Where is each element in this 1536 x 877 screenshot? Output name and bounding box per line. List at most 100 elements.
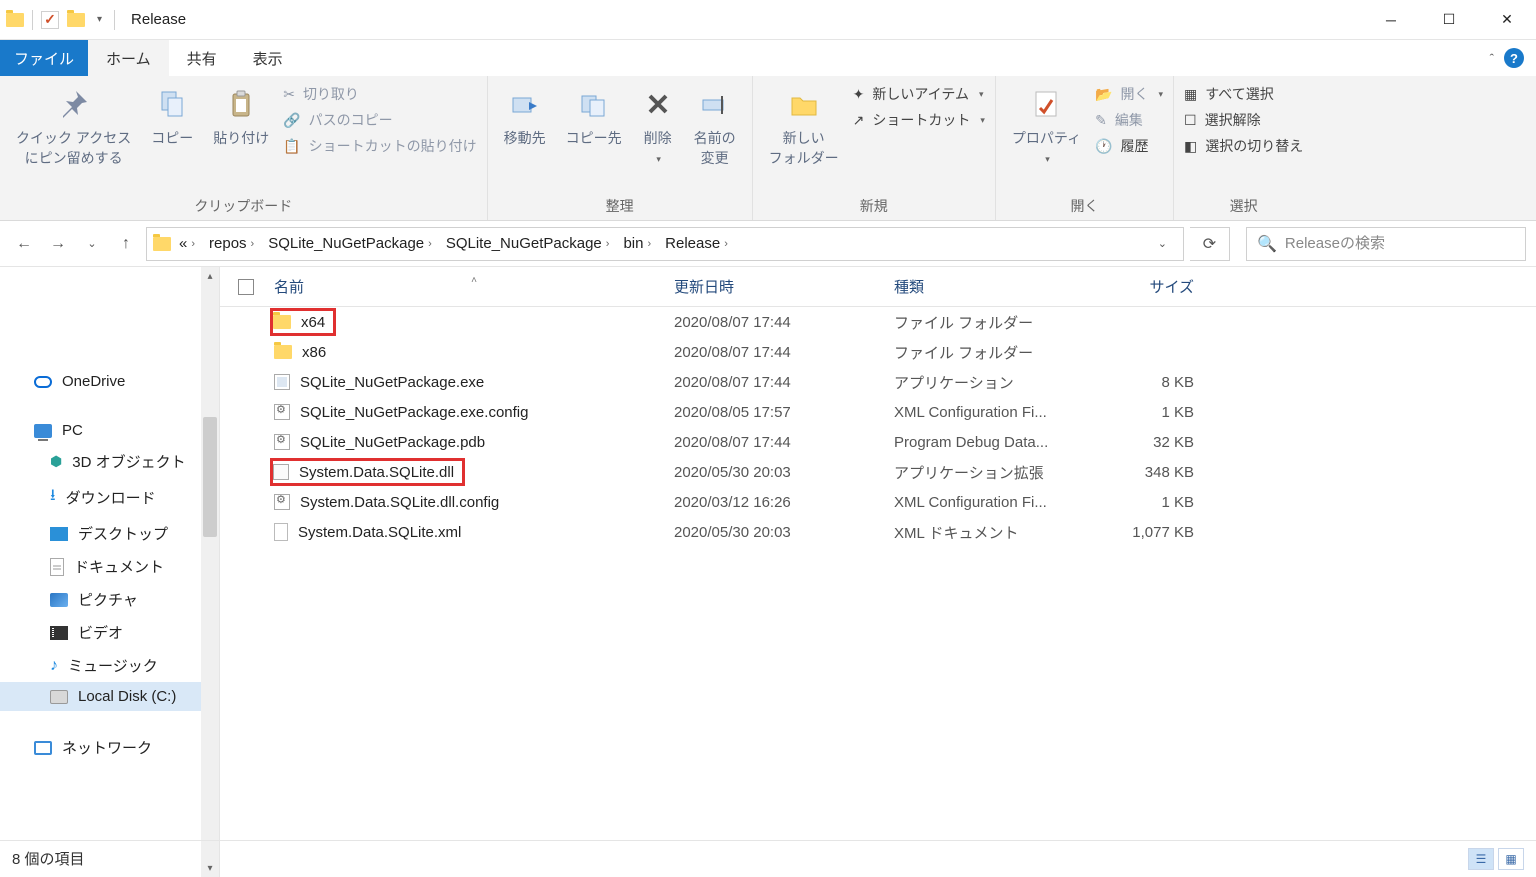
file-row[interactable]: x862020/08/07 17:44ファイル フォルダー xyxy=(220,337,1536,367)
ribbon-group-organize: 移動先 コピー先 削除 ▾ 名前の 変更 整理 xyxy=(488,76,753,220)
edit-button[interactable]: ✎ 編集 xyxy=(1095,110,1163,130)
qat-customize-chevron-icon[interactable]: ▾ xyxy=(93,14,106,25)
recent-locations-chevron-icon[interactable]: ⌄ xyxy=(78,230,106,258)
dll-file-icon xyxy=(273,464,289,480)
tab-view[interactable]: 表示 xyxy=(235,40,301,76)
rename-button[interactable]: 名前の 変更 xyxy=(688,82,742,172)
help-icon[interactable]: ? xyxy=(1504,48,1524,68)
view-large-icons-button[interactable]: ▦ xyxy=(1498,848,1524,870)
file-row[interactable]: SQLite_NuGetPackage.pdb2020/08/07 17:44P… xyxy=(220,427,1536,457)
breadcrumb-prefix[interactable]: « › xyxy=(173,235,201,252)
back-button[interactable]: ← xyxy=(10,230,38,258)
up-button[interactable]: ↑ xyxy=(112,230,140,258)
file-date: 2020/03/12 16:26 xyxy=(674,494,894,511)
move-to-button[interactable]: 移動先 xyxy=(498,82,552,152)
close-button[interactable]: ✕ xyxy=(1478,0,1536,40)
address-dropdown-chevron-icon[interactable]: ⌄ xyxy=(1148,237,1177,250)
breadcrumb-seg[interactable]: bin› xyxy=(617,235,657,252)
config-file-icon xyxy=(274,434,290,450)
file-date: 2020/05/30 20:03 xyxy=(674,524,894,541)
navigation-pane[interactable]: OneDrive PC ⬢3D オブジェクト ⭳ダウンロード デスクトップ ドキ… xyxy=(0,267,220,877)
search-box[interactable]: 🔍 xyxy=(1246,227,1526,261)
file-name: SQLite_NuGetPackage.pdb xyxy=(300,434,485,451)
nav-3d-objects[interactable]: ⬢3D オブジェクト xyxy=(0,445,219,478)
paste-shortcut-button[interactable]: 📋 ショートカットの貼り付け xyxy=(283,136,476,156)
file-row[interactable]: SQLite_NuGetPackage.exe.config2020/08/05… xyxy=(220,397,1536,427)
header-checkbox[interactable] xyxy=(238,279,274,295)
tab-file[interactable]: ファイル xyxy=(0,40,88,76)
properties-button[interactable]: プロパティ ▾ xyxy=(1006,82,1087,169)
copy-button[interactable]: コピー xyxy=(145,82,199,152)
history-button[interactable]: 🕐 履歴 xyxy=(1095,136,1163,156)
file-row[interactable]: SQLite_NuGetPackage.exe2020/08/07 17:44ア… xyxy=(220,367,1536,397)
copy-icon xyxy=(156,86,188,122)
nav-network[interactable]: ネットワーク xyxy=(0,731,219,764)
navpane-scrollbar[interactable]: ▴ ▾ xyxy=(201,267,219,877)
view-details-button[interactable]: ☰ xyxy=(1468,848,1494,870)
sort-indicator-icon: ˄ xyxy=(471,275,477,286)
paste-button[interactable]: 貼り付け xyxy=(207,82,275,152)
maximize-button[interactable]: ☐ xyxy=(1420,0,1478,40)
column-date[interactable]: 更新日時 xyxy=(674,276,894,297)
file-name: System.Data.SQLite.xml xyxy=(298,524,461,541)
file-row[interactable]: System.Data.SQLite.dll.config2020/03/12 … xyxy=(220,487,1536,517)
column-type[interactable]: 種類 xyxy=(894,276,1084,297)
select-none-button[interactable]: ☐ 選択解除 xyxy=(1184,110,1303,130)
breadcrumb-seg[interactable]: repos› xyxy=(203,235,260,252)
tab-share[interactable]: 共有 xyxy=(169,40,235,76)
new-shortcut-button[interactable]: ↗ ショートカット ▾ xyxy=(853,110,985,130)
ribbon-collapse-chevron-icon[interactable]: ˆ xyxy=(1490,51,1494,66)
nav-desktop[interactable]: デスクトップ xyxy=(0,517,219,550)
file-row[interactable]: System.Data.SQLite.dll2020/05/30 20:03アプ… xyxy=(220,457,1536,487)
nav-downloads[interactable]: ⭳ダウンロード xyxy=(0,478,219,517)
pin-to-quick-access-button[interactable]: クイック アクセス にピン留めする xyxy=(10,82,137,172)
breadcrumb-seg[interactable]: SQLite_NuGetPackage› xyxy=(440,235,616,252)
column-size[interactable]: サイズ xyxy=(1084,276,1204,297)
breadcrumb-seg[interactable]: SQLite_NuGetPackage› xyxy=(262,235,438,252)
scissors-icon: ✂ xyxy=(283,86,295,103)
file-size: 348 KB xyxy=(1084,464,1204,481)
nav-local-disk-c[interactable]: Local Disk (C:) xyxy=(0,682,219,711)
copy-to-button[interactable]: コピー先 xyxy=(560,82,628,152)
cut-button[interactable]: ✂ 切り取り xyxy=(283,84,476,104)
file-row[interactable]: System.Data.SQLite.xml2020/05/30 20:03XM… xyxy=(220,517,1536,547)
nav-pc[interactable]: PC xyxy=(0,416,219,445)
qat-separator-2 xyxy=(114,10,115,30)
search-input[interactable] xyxy=(1285,235,1515,252)
file-type: アプリケーション拡張 xyxy=(894,462,1084,483)
refresh-button[interactable]: ⟳ xyxy=(1190,227,1230,261)
delete-button[interactable]: 削除 ▾ xyxy=(636,82,680,169)
address-bar[interactable]: « › repos› SQLite_NuGetPackage› SQLite_N… xyxy=(146,227,1184,261)
new-folder-button[interactable]: 新しい フォルダー xyxy=(763,82,845,172)
tab-home[interactable]: ホーム xyxy=(88,40,169,76)
select-all-button[interactable]: ▦ すべて選択 xyxy=(1184,84,1303,104)
file-type: XML Configuration Fi... xyxy=(894,494,1084,511)
group-label-select: 選択 xyxy=(1184,192,1303,218)
status-bar: 8 個の項目 ☰ ▦ xyxy=(0,840,1536,876)
nav-music[interactable]: ♪ミュージック xyxy=(0,649,219,682)
breadcrumb-seg[interactable]: Release› xyxy=(659,235,734,252)
new-item-button[interactable]: ✦ 新しいアイテム ▾ xyxy=(853,84,985,104)
nav-documents[interactable]: ドキュメント xyxy=(0,550,219,583)
cloud-icon xyxy=(34,376,52,388)
forward-button[interactable]: → xyxy=(44,230,72,258)
invert-selection-button[interactable]: ◧ 選択の切り替え xyxy=(1184,136,1303,156)
application-file-icon xyxy=(274,374,290,390)
scroll-thumb[interactable] xyxy=(203,417,217,537)
xml-file-icon xyxy=(274,523,288,541)
file-row[interactable]: x642020/08/07 17:44ファイル フォルダー xyxy=(220,307,1536,337)
minimize-button[interactable]: ─ xyxy=(1362,0,1420,40)
nav-videos[interactable]: ビデオ xyxy=(0,616,219,649)
properties-icon xyxy=(1030,86,1062,122)
file-date: 2020/08/05 17:57 xyxy=(674,404,894,421)
open-button[interactable]: 📂 開く ▾ xyxy=(1095,84,1163,104)
qat-properties-icon[interactable]: ✓ xyxy=(41,11,59,29)
nav-onedrive[interactable]: OneDrive xyxy=(0,367,219,396)
column-headers[interactable]: ˄ 名前 更新日時 種類 サイズ xyxy=(220,267,1536,307)
qat-newfolder-icon[interactable] xyxy=(67,13,85,27)
scroll-up-icon[interactable]: ▴ xyxy=(201,267,219,285)
nav-pictures[interactable]: ピクチャ xyxy=(0,583,219,616)
file-date: 2020/08/07 17:44 xyxy=(674,434,894,451)
copy-path-button[interactable]: 🔗 パスのコピー xyxy=(283,110,476,130)
folder-icon xyxy=(274,345,292,359)
